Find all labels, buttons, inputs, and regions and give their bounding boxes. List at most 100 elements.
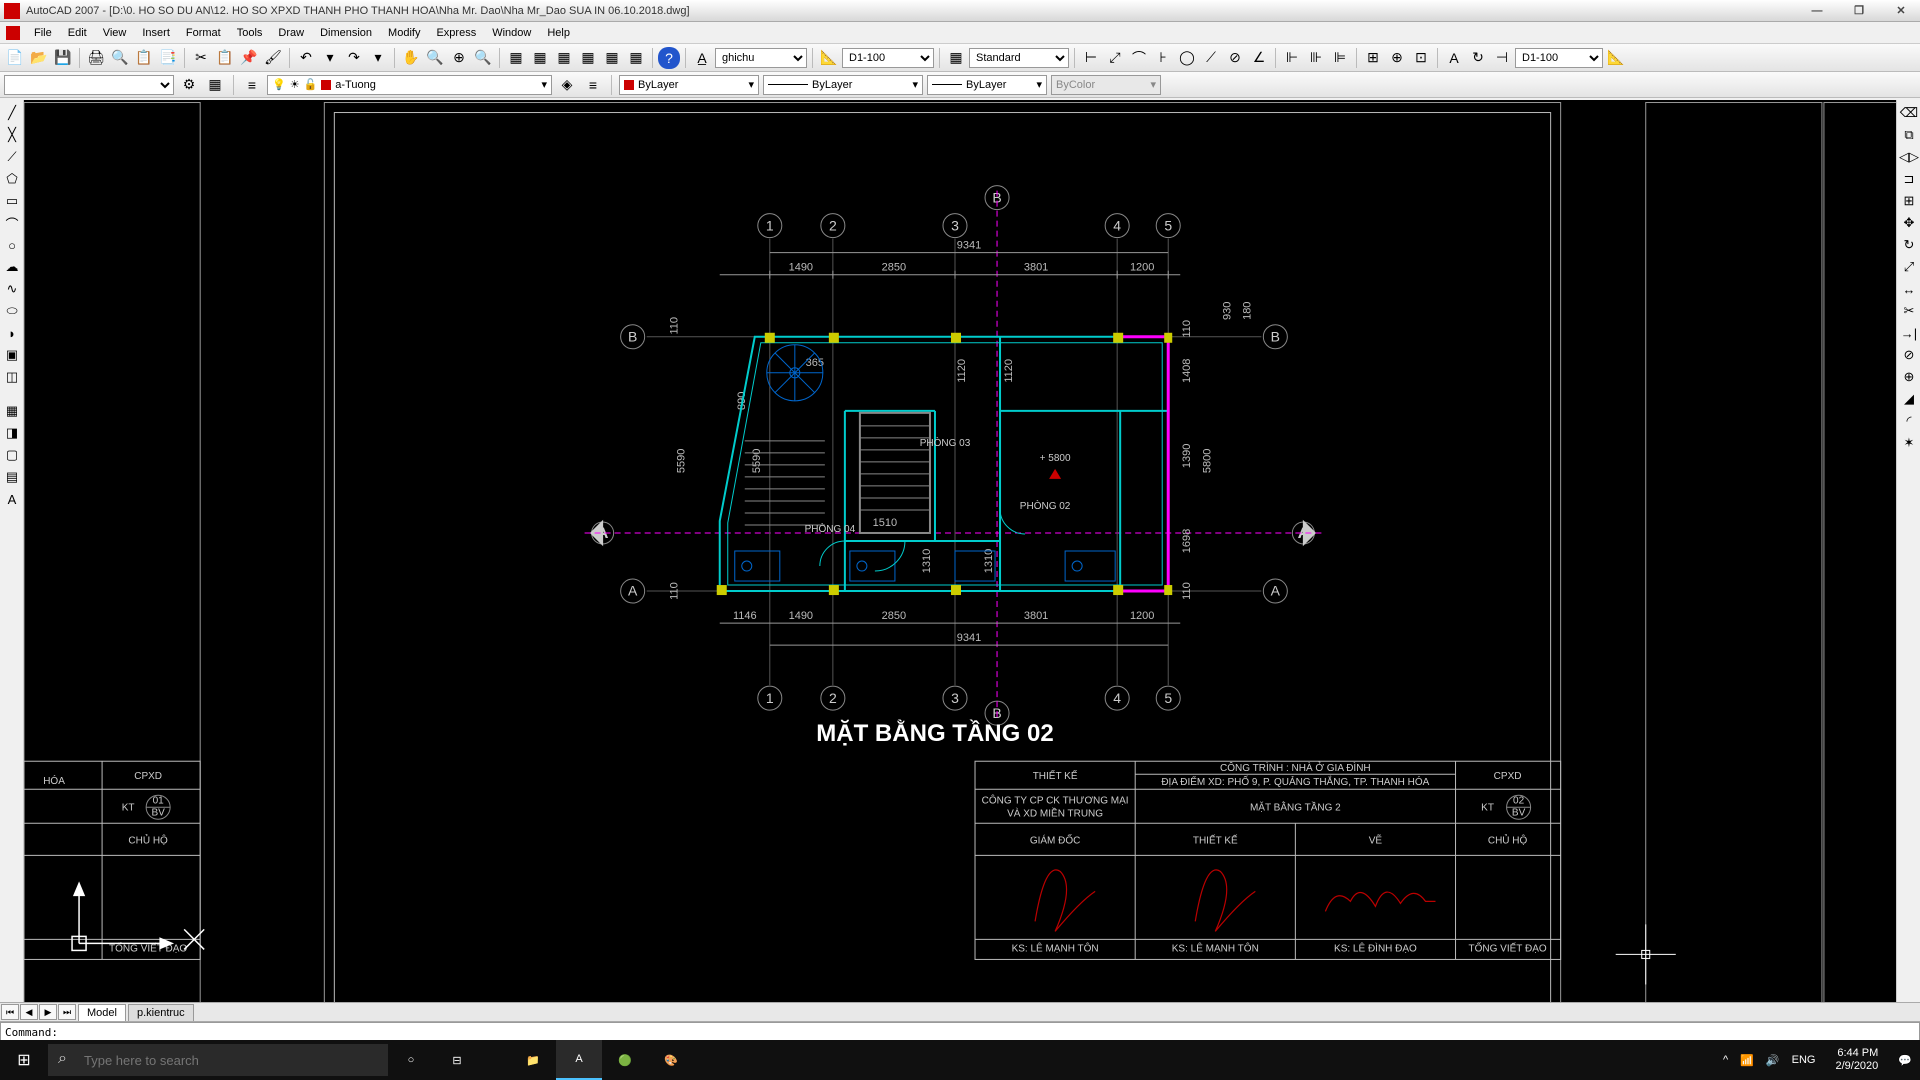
sheet-icon[interactable]: ▦: [577, 47, 599, 69]
revcloud-icon[interactable]: ☁: [2, 258, 22, 276]
xline-icon[interactable]: ╳: [2, 126, 22, 144]
line-icon[interactable]: ╱: [2, 104, 22, 122]
insert-icon[interactable]: ▣: [2, 346, 22, 364]
pline-icon[interactable]: ⟋: [2, 148, 22, 166]
minimize-button[interactable]: —: [1802, 3, 1832, 19]
dimstyle-icon[interactable]: 📐: [818, 47, 840, 69]
dim-rad-icon[interactable]: ◯: [1176, 47, 1198, 69]
menu-express[interactable]: Express: [428, 24, 484, 42]
dim-style-combo2[interactable]: D1-100: [1515, 48, 1603, 68]
offset-icon[interactable]: ⊐: [1899, 170, 1919, 188]
dcenter-icon[interactable]: ▦: [529, 47, 551, 69]
clock[interactable]: 6:44 PM 2/9/2020: [1827, 1047, 1886, 1073]
command-input[interactable]: [58, 1025, 1915, 1039]
arc-icon[interactable]: ⌒: [2, 214, 22, 232]
block-icon[interactable]: ◫: [2, 368, 22, 386]
plotset-icon[interactable]: 📑: [157, 47, 179, 69]
gradient-icon[interactable]: ◨: [2, 424, 22, 442]
tablestyle-icon[interactable]: ▦: [945, 47, 967, 69]
zoomrt-icon[interactable]: 🔍: [424, 47, 446, 69]
explode-icon[interactable]: ✶: [1899, 434, 1919, 452]
explorer-icon[interactable]: 📁: [510, 1040, 556, 1080]
volume-icon[interactable]: 🔊: [1766, 1054, 1780, 1067]
color-combo[interactable]: ByLayer ▾: [619, 75, 759, 95]
menu-file[interactable]: File: [26, 24, 60, 42]
command-line[interactable]: Command:: [0, 1022, 1920, 1042]
tab-prev-button[interactable]: ◀: [20, 1004, 38, 1020]
erase-icon[interactable]: ⌫: [1899, 104, 1919, 122]
spline-icon[interactable]: ∿: [2, 280, 22, 298]
dim-style-combo[interactable]: D1-100: [842, 48, 934, 68]
tab-first-button[interactable]: ⏮: [1, 1004, 19, 1020]
dim-ang-icon[interactable]: ∠: [1248, 47, 1270, 69]
mtext-icon[interactable]: A: [2, 490, 22, 508]
cortana-icon[interactable]: ○: [388, 1040, 434, 1080]
dim-lin-icon[interactable]: ⊢: [1080, 47, 1102, 69]
layer-states-icon[interactable]: ≡: [582, 74, 604, 96]
menu-dimension[interactable]: Dimension: [312, 24, 380, 42]
paste-icon[interactable]: 📌: [238, 47, 260, 69]
dim-arc-icon[interactable]: ⌒: [1128, 47, 1150, 69]
text-style-combo[interactable]: ghichu: [715, 48, 807, 68]
menu-format[interactable]: Format: [178, 24, 229, 42]
tab-layout1[interactable]: p.kientruc: [128, 1004, 194, 1021]
dim-tol-icon[interactable]: ⊞: [1362, 47, 1384, 69]
dim-align-icon[interactable]: ⤢: [1104, 47, 1126, 69]
maximize-button[interactable]: ❐: [1844, 3, 1874, 19]
menu-insert[interactable]: Insert: [134, 24, 178, 42]
undo-icon[interactable]: ↶: [295, 47, 317, 69]
ellipsearc-icon[interactable]: ◗: [2, 324, 22, 342]
dim-cen-icon[interactable]: ⊕: [1386, 47, 1408, 69]
menu-tools[interactable]: Tools: [229, 24, 271, 42]
print-icon[interactable]: 🖨: [85, 47, 107, 69]
menu-help[interactable]: Help: [539, 24, 578, 42]
copy-icon[interactable]: 📋: [214, 47, 236, 69]
menu-view[interactable]: View: [95, 24, 135, 42]
help-icon[interactable]: ?: [658, 47, 680, 69]
match-icon[interactable]: 🖌: [262, 47, 284, 69]
publish-icon[interactable]: 📋: [133, 47, 155, 69]
layer-prev-icon[interactable]: ◈: [556, 74, 578, 96]
notifications-icon[interactable]: 💬: [1898, 1054, 1912, 1067]
tab-last-button[interactable]: ⏭: [58, 1004, 76, 1020]
drawing-canvas[interactable]: 1 2 3 4 5 B 1 2 3 4 5 B A A B B: [24, 100, 1896, 1002]
menu-draw[interactable]: Draw: [270, 24, 312, 42]
ws-save-icon[interactable]: ▦: [204, 74, 226, 96]
pan-icon[interactable]: ✋: [400, 47, 422, 69]
dim-override-icon[interactable]: 📐: [1605, 47, 1627, 69]
circle-icon[interactable]: ○: [2, 236, 22, 254]
extend-icon[interactable]: →|: [1899, 324, 1919, 342]
tpalette-icon[interactable]: ▦: [553, 47, 575, 69]
tab-next-button[interactable]: ▶: [39, 1004, 57, 1020]
tab-model[interactable]: Model: [78, 1004, 126, 1021]
mirror-icon[interactable]: ◁▷: [1899, 148, 1919, 166]
save-icon[interactable]: 💾: [52, 47, 74, 69]
search-input[interactable]: [48, 1044, 388, 1076]
layer-props-icon[interactable]: ≡: [241, 74, 263, 96]
start-button[interactable]: ⊞: [0, 1040, 48, 1080]
open-icon[interactable]: 📂: [28, 47, 50, 69]
move-icon[interactable]: ✥: [1899, 214, 1919, 232]
redo-drop-icon[interactable]: ▾: [367, 47, 389, 69]
dim-qd-icon[interactable]: ⊩: [1281, 47, 1303, 69]
region-icon[interactable]: ▢: [2, 446, 22, 464]
polygon-icon[interactable]: ⬠: [2, 170, 22, 188]
cut-icon[interactable]: ✂: [190, 47, 212, 69]
dim-dia-icon[interactable]: ⊘: [1224, 47, 1246, 69]
dim-jog-icon[interactable]: ⟋: [1200, 47, 1222, 69]
textstyle-icon[interactable]: A̲: [691, 47, 713, 69]
rect-icon[interactable]: ▭: [2, 192, 22, 210]
tray-up-icon[interactable]: ^: [1723, 1054, 1728, 1066]
markup-icon[interactable]: ▦: [601, 47, 623, 69]
hatch-icon[interactable]: ▦: [2, 402, 22, 420]
menu-modify[interactable]: Modify: [380, 24, 428, 42]
preview-icon[interactable]: 🔍: [109, 47, 131, 69]
undo-drop-icon[interactable]: ▾: [319, 47, 341, 69]
dim-tedit-icon[interactable]: A: [1443, 47, 1465, 69]
zoomwin-icon[interactable]: ⊕: [448, 47, 470, 69]
dim-match-icon[interactable]: ⊣: [1491, 47, 1513, 69]
props-icon[interactable]: ▦: [505, 47, 527, 69]
ws-settings-icon[interactable]: ⚙: [178, 74, 200, 96]
stretch-icon[interactable]: ↔: [1899, 280, 1919, 298]
rotate-icon[interactable]: ↻: [1899, 236, 1919, 254]
